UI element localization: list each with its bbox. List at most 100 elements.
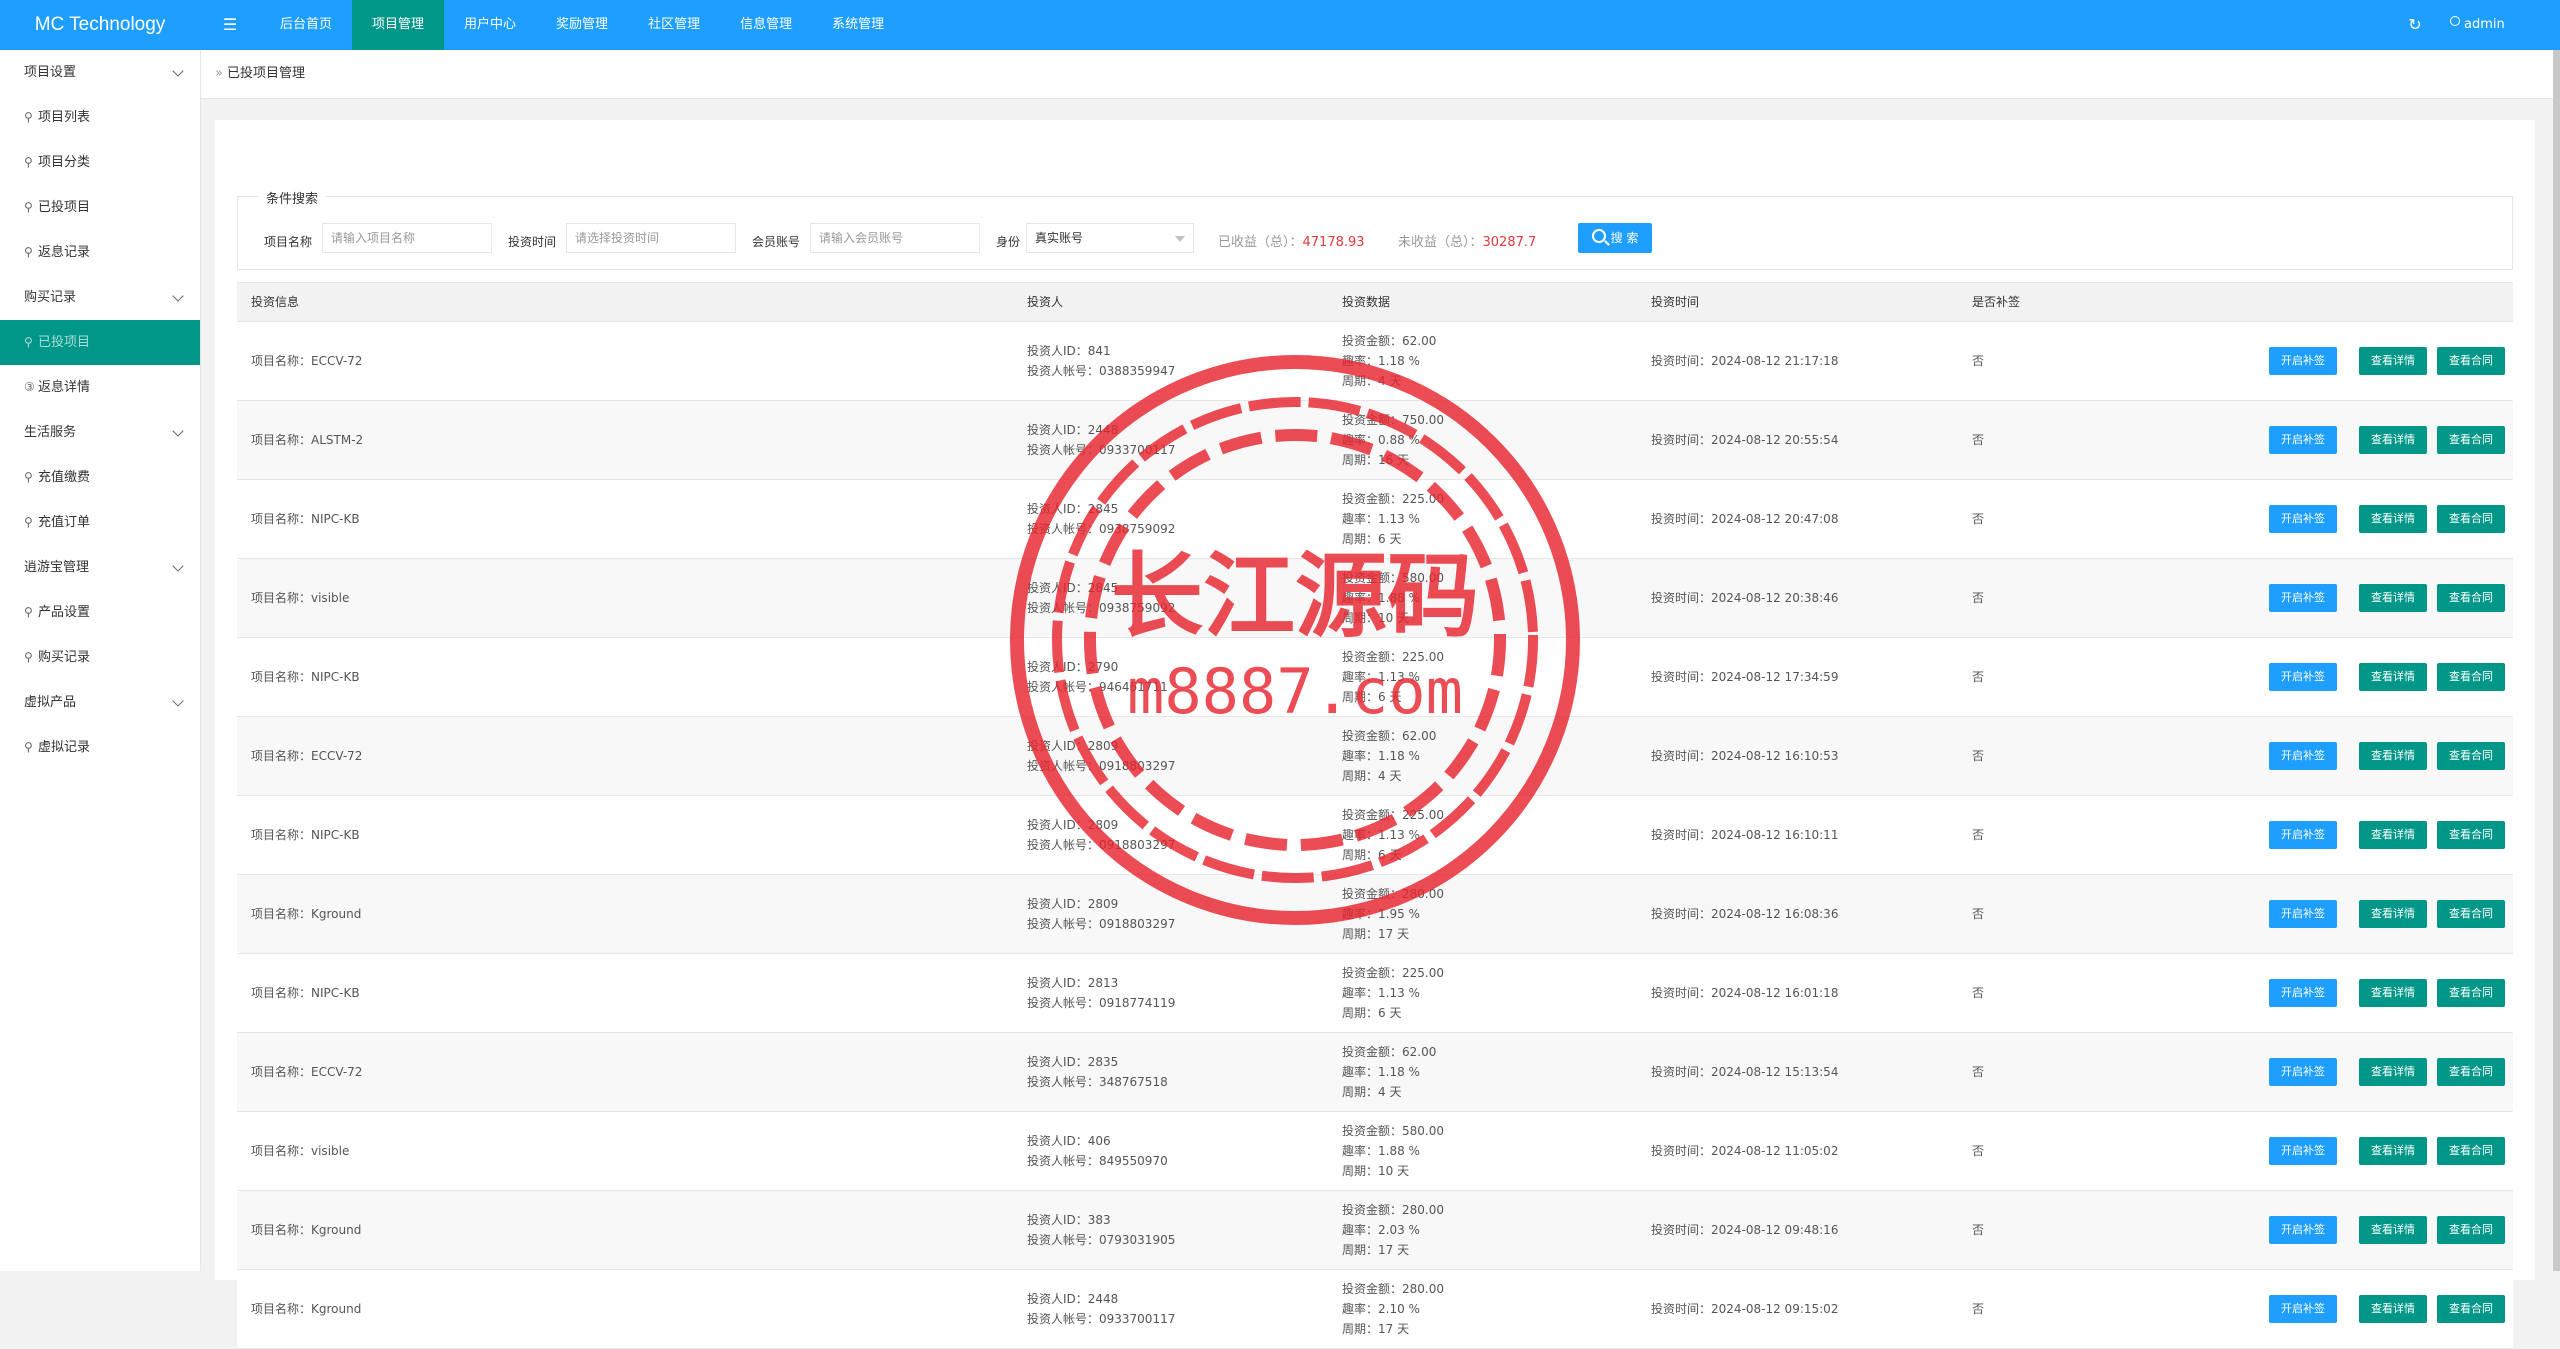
view-detail-button[interactable]: 查看详情 [2359, 979, 2427, 1007]
sidebar-group[interactable]: 逍游宝管理 [0, 545, 200, 590]
breadcrumb-separator-icon: » [215, 66, 223, 81]
view-contract-button[interactable]: 查看合同 [2437, 584, 2505, 612]
search-button[interactable]: 搜 索 [1578, 223, 1652, 253]
nav-item[interactable]: 后台首页 [260, 0, 352, 50]
view-detail-button[interactable]: 查看详情 [2359, 347, 2427, 375]
enable-resign-button[interactable]: 开启补签 [2269, 1058, 2337, 1086]
enable-resign-button[interactable]: 开启补签 [2269, 821, 2337, 849]
view-detail-button[interactable]: 查看详情 [2359, 584, 2427, 612]
invest-data-cell: 投资金额：62.00 趣率：1.18 % 周期：4 天 [1342, 726, 1436, 786]
sidebar-item[interactable]: ③ 返息详情 [0, 365, 200, 410]
view-contract-button[interactable]: 查看合同 [2437, 1058, 2505, 1086]
sidebar-item[interactable]: ⚲ 已投项目 [0, 185, 200, 230]
view-detail-button[interactable]: 查看详情 [2359, 1137, 2427, 1165]
nav-item[interactable]: 项目管理 [352, 0, 445, 50]
identity-select[interactable]: 真实账号 [1026, 223, 1194, 253]
invest-amount: 投资金额：225.00 [1342, 492, 1444, 506]
invest-rate: 趣率：1.18 % [1342, 354, 1420, 368]
sidebar-item[interactable]: ⚲ 充值订单 [0, 500, 200, 545]
project-name-cell: 项目名称：Kground [251, 1223, 362, 1237]
view-contract-button[interactable]: 查看合同 [2437, 347, 2505, 375]
earned-total-value: 47178.93 [1302, 235, 1365, 250]
view-detail-button[interactable]: 查看详情 [2359, 426, 2427, 454]
link-icon: ⚲ [24, 245, 33, 259]
view-contract-button[interactable]: 查看合同 [2437, 742, 2505, 770]
user-icon [2450, 16, 2460, 26]
view-detail-button[interactable]: 查看详情 [2359, 505, 2427, 533]
invest-data-cell: 投资金额：280.00 趣率：2.10 % 周期：17 天 [1342, 1279, 1444, 1339]
resign-cell: 否 [1972, 1065, 1985, 1079]
view-detail-button[interactable]: 查看详情 [2359, 1058, 2427, 1086]
invest-data-cell: 投资金额：225.00 趣率：1.13 % 周期：6 天 [1342, 963, 1444, 1023]
page-scrollbar[interactable] [2553, 50, 2560, 1271]
sidebar-item[interactable]: ⚲ 项目列表 [0, 95, 200, 140]
circle-3-icon: ③ [24, 380, 35, 394]
project-name-input[interactable]: 请输入项目名称 [322, 223, 492, 253]
nav-item[interactable]: 信息管理 [720, 0, 812, 50]
view-detail-button[interactable]: 查看详情 [2359, 821, 2427, 849]
enable-resign-button[interactable]: 开启补签 [2269, 505, 2337, 533]
invest-time-input[interactable]: 请选择投资时间 [566, 223, 736, 253]
resign-cell: 否 [1972, 1223, 1985, 1237]
investor-id: 投资人ID：2790 [1027, 660, 1119, 674]
view-contract-button[interactable]: 查看合同 [2437, 821, 2505, 849]
nav-item[interactable]: 用户中心 [444, 0, 536, 50]
resign-cell: 否 [1972, 670, 1985, 684]
investor-id: 投资人ID：2448 [1027, 423, 1119, 437]
view-contract-button[interactable]: 查看合同 [2437, 505, 2505, 533]
sidebar-item[interactable]: ⚲ 已投项目 [0, 320, 200, 365]
sidebar-item[interactable]: ⚲ 项目分类 [0, 140, 200, 185]
enable-resign-button[interactable]: 开启补签 [2269, 584, 2337, 612]
nav-item[interactable]: 社区管理 [628, 0, 720, 50]
view-detail-button[interactable]: 查看详情 [2359, 900, 2427, 928]
invest-data-cell: 投资金额：580.00 趣率：1.88 % 周期：10 天 [1342, 1121, 1444, 1181]
investor-cell: 投资人ID：406 投资人帐号：849550970 [1027, 1131, 1168, 1171]
view-contract-button[interactable]: 查看合同 [2437, 426, 2505, 454]
hamburger-icon[interactable]: ☰ [205, 0, 255, 50]
sidebar-group[interactable]: 虚拟产品 [0, 680, 200, 725]
invest-amount: 投资金额：280.00 [1342, 1203, 1444, 1217]
enable-resign-button[interactable]: 开启补签 [2269, 1137, 2337, 1165]
enable-resign-button[interactable]: 开启补签 [2269, 1216, 2337, 1244]
view-contract-button[interactable]: 查看合同 [2437, 1137, 2505, 1165]
app-logo[interactable]: MC Technology [0, 0, 200, 50]
investor-account: 投资人帐号：0938759092 [1027, 522, 1176, 536]
sidebar-item[interactable]: ⚲ 充值缴费 [0, 455, 200, 500]
view-detail-button[interactable]: 查看详情 [2359, 742, 2427, 770]
sidebar-item[interactable]: ⚲ 虚拟记录 [0, 725, 200, 770]
enable-resign-button[interactable]: 开启补签 [2269, 1295, 2337, 1323]
view-contract-button[interactable]: 查看合同 [2437, 979, 2505, 1007]
sidebar-item[interactable]: ⚲ 返息记录 [0, 230, 200, 275]
enable-resign-button[interactable]: 开启补签 [2269, 979, 2337, 1007]
table-row: 项目名称：NIPC-KB 投资人ID：2813 投资人帐号：0918774119 投资… [237, 954, 2513, 1033]
user-menu[interactable]: admin [2450, 0, 2560, 50]
project-name-cell: 项目名称：ECCV-72 [251, 354, 363, 368]
enable-resign-button[interactable]: 开启补签 [2269, 426, 2337, 454]
enable-resign-button[interactable]: 开启补签 [2269, 900, 2337, 928]
refresh-icon[interactable]: ↻ [2395, 0, 2435, 50]
view-contract-button[interactable]: 查看合同 [2437, 663, 2505, 691]
enable-resign-button[interactable]: 开启补签 [2269, 663, 2337, 691]
member-account-input[interactable]: 请输入会员账号 [810, 223, 980, 253]
table-header: 投资信息 投资人 投资数据 投资时间 是否补签 [237, 283, 2513, 322]
sidebar-item[interactable]: ⚲ 购买记录 [0, 635, 200, 680]
sidebar-group[interactable]: 生活服务 [0, 410, 200, 455]
sidebar-group[interactable]: 购买记录 [0, 275, 200, 320]
view-detail-button[interactable]: 查看详情 [2359, 1295, 2427, 1323]
enable-resign-button[interactable]: 开启补签 [2269, 347, 2337, 375]
sidebar-item[interactable]: ⚲ 产品设置 [0, 590, 200, 635]
sidebar-group[interactable]: 项目设置 [0, 50, 200, 95]
nav-item[interactable]: 奖励管理 [536, 0, 628, 50]
view-detail-button[interactable]: 查看详情 [2359, 663, 2427, 691]
investor-id: 投资人ID：383 [1027, 1213, 1111, 1227]
view-contract-button[interactable]: 查看合同 [2437, 1216, 2505, 1244]
view-contract-button[interactable]: 查看合同 [2437, 900, 2505, 928]
investor-account: 投资人帐号：0918774119 [1027, 996, 1176, 1010]
invest-period: 周期：16 天 [1342, 453, 1410, 467]
investor-id: 投资人ID：2809 [1027, 739, 1119, 753]
link-icon: ⚲ [24, 110, 33, 124]
enable-resign-button[interactable]: 开启补签 [2269, 742, 2337, 770]
nav-item[interactable]: 系统管理 [812, 0, 904, 50]
view-detail-button[interactable]: 查看详情 [2359, 1216, 2427, 1244]
view-contract-button[interactable]: 查看合同 [2437, 1295, 2505, 1323]
